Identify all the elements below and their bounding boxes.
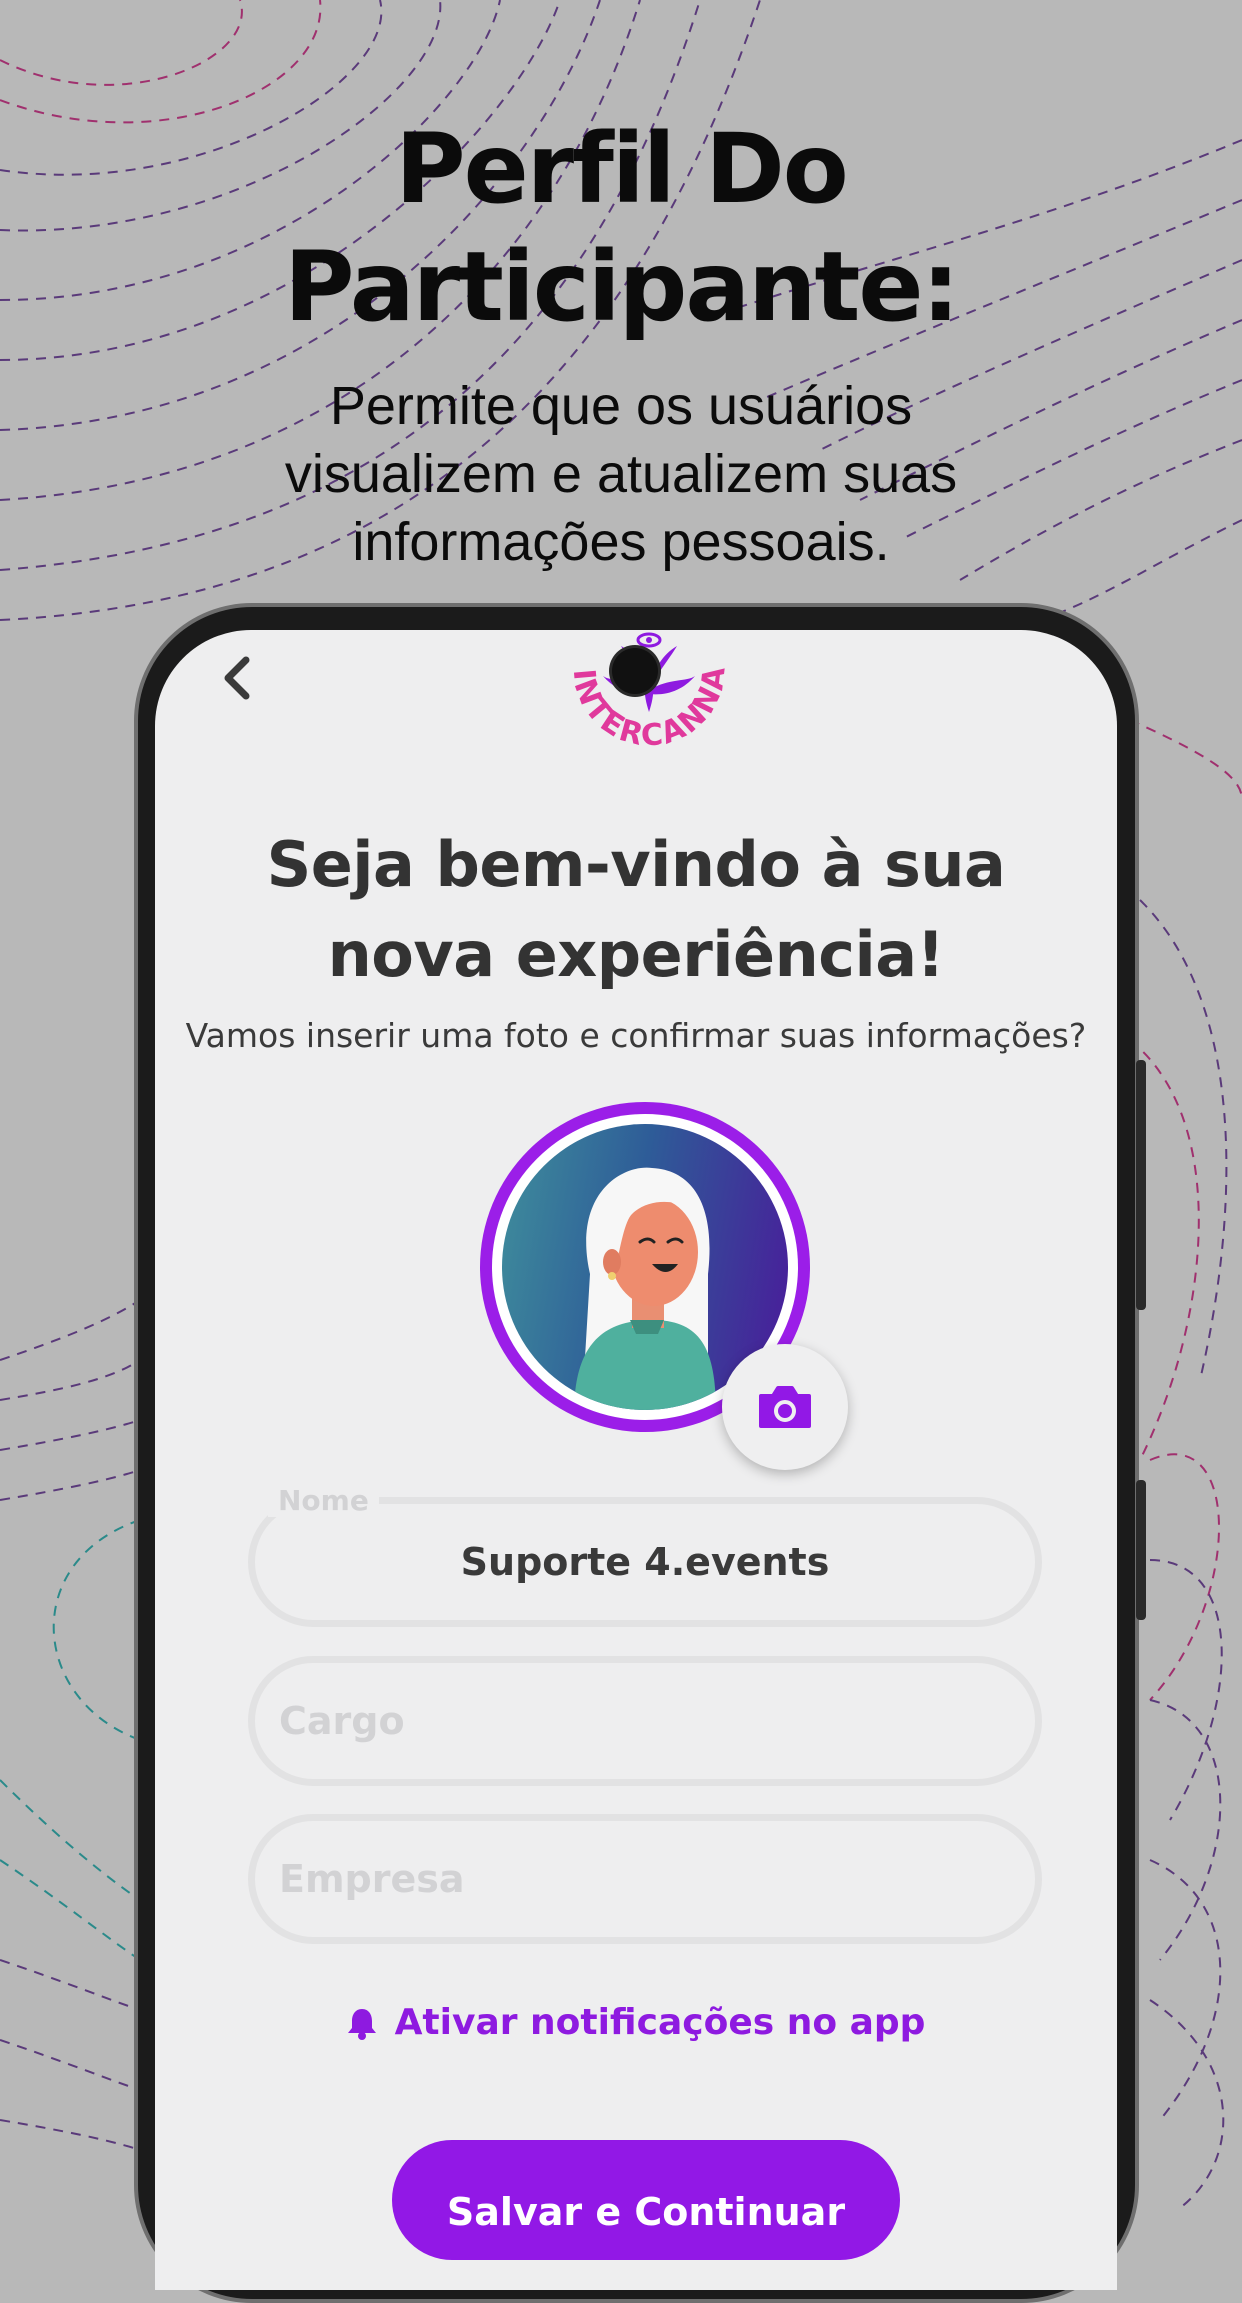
change-photo-button[interactable] (722, 1344, 848, 1470)
intercannabis-logo: INTERCANNABIS (538, 620, 731, 754)
front-camera (612, 648, 658, 694)
promo-title: Perfil Do Participante: (0, 110, 1242, 346)
promo-title-line1: Perfil Do (395, 113, 848, 225)
phone-side-button (1136, 1480, 1146, 1620)
back-button[interactable] (212, 652, 264, 704)
empresa-field[interactable]: Empresa (248, 1814, 1042, 1944)
welcome-title-line2: nova experiência! (327, 918, 945, 991)
enable-notifications-label: Ativar notificações no app (394, 2002, 926, 2043)
phone-side-button (1136, 1060, 1146, 1310)
save-and-continue-button[interactable]: Salvar e Continuar (392, 2140, 900, 2260)
welcome-title: Seja bem-vindo à sua nova experiência! (155, 820, 1117, 1000)
empresa-field-placeholder: Empresa (279, 1857, 465, 1901)
welcome-subtitle: Vamos inserir uma foto e confirmar suas … (185, 1016, 1087, 1055)
enable-notifications-link[interactable]: Ativar notificações no app (155, 2002, 1117, 2043)
cargo-field[interactable]: Cargo (248, 1656, 1042, 1786)
name-field-value: Suporte 4.events (460, 1540, 830, 1584)
chevron-left-icon (224, 656, 250, 700)
cargo-field-placeholder: Cargo (279, 1699, 405, 1743)
save-and-continue-label: Salvar e Continuar (446, 2190, 846, 2234)
promo-subtitle: Permite que os usuários visualizem e atu… (0, 372, 1242, 576)
promo-subtitle-line3: informações pessoais. (352, 512, 890, 572)
bell-icon (347, 2008, 376, 2040)
name-field-label: Nome (268, 1484, 379, 1517)
promo-subtitle-line2: visualizem e atualizem suas (284, 444, 958, 504)
promo-title-line2: Participante: (284, 231, 960, 343)
promo-subtitle-line1: Permite que os usuários (329, 376, 913, 436)
camera-icon (759, 1386, 811, 1428)
welcome-title-line1: Seja bem-vindo à sua (266, 828, 1006, 901)
